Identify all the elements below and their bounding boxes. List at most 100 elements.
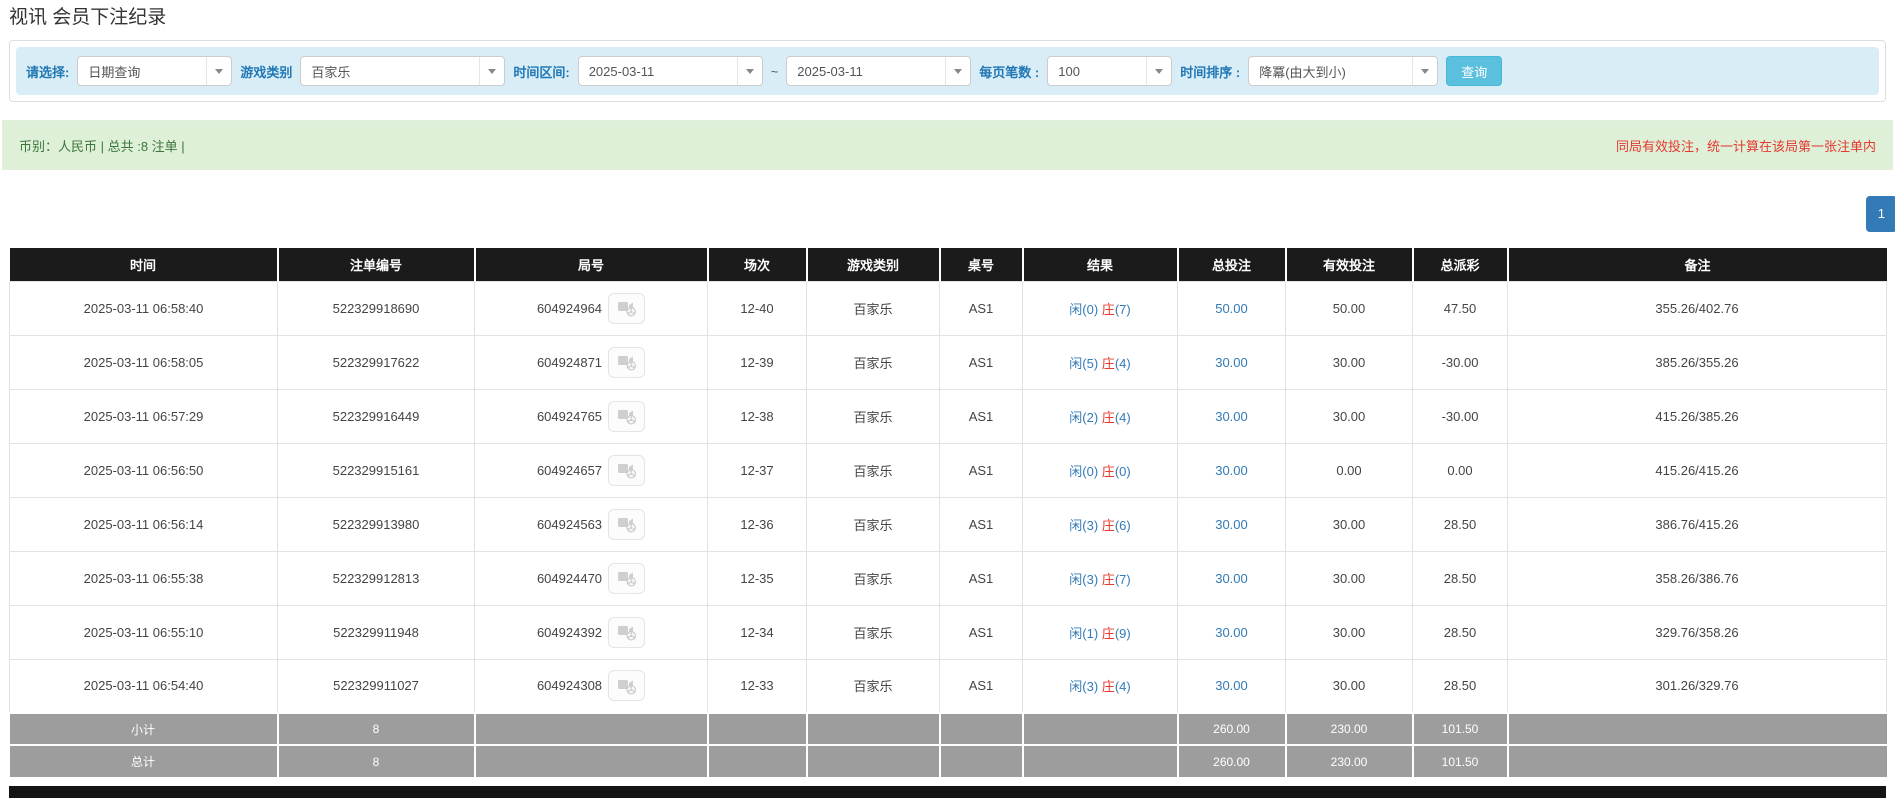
table-no-cell: AS1 — [939, 550, 1023, 606]
total-bet-link[interactable]: 30.00 — [1215, 678, 1248, 693]
per-page-select[interactable]: 100 — [1047, 56, 1173, 86]
page-title: 视讯 会员下注纪录 — [9, 7, 167, 28]
header-round-no: 局号 — [474, 248, 709, 281]
video-replay-button[interactable] — [608, 346, 646, 378]
time-range-label: 时间区间: — [513, 64, 570, 80]
date-to-select[interactable]: 2025-03-11 — [786, 56, 972, 86]
game-cell: 百家乐 — [806, 280, 940, 336]
chevron-down-icon — [1146, 57, 1171, 85]
game-cell: 百家乐 — [806, 442, 940, 498]
result-banker-count: (4) — [1114, 355, 1131, 371]
table-row: 2025-03-11 06:58:05 522329917622 6049248… — [9, 334, 1887, 390]
time-cell: 2025-03-11 06:56:14 — [9, 496, 278, 552]
bet-no-cell: 522329918690 — [277, 280, 475, 336]
table-row: 2025-03-11 06:55:38 522329912813 6049244… — [9, 550, 1887, 606]
date-from-value: 2025-03-11 — [588, 63, 655, 79]
page-1-button[interactable]: 1 — [1865, 196, 1895, 232]
time-cell: 2025-03-11 06:58:05 — [9, 334, 278, 390]
total-bet-cell: 30.00 — [1177, 442, 1286, 498]
result-player: 闲(3) — [1069, 679, 1099, 695]
table-row: 2025-03-11 06:55:10 522329911948 6049243… — [9, 604, 1887, 660]
video-replay-button[interactable] — [608, 454, 646, 486]
total-bet-link[interactable]: 50.00 — [1215, 301, 1248, 316]
total-bet-link[interactable]: 30.00 — [1215, 463, 1248, 478]
note-cell: 415.26/385.26 — [1507, 388, 1887, 444]
game-type-select[interactable]: 百家乐 — [300, 56, 506, 86]
session-cell: 12-38 — [707, 388, 807, 444]
result-player: 闲(3) — [1069, 517, 1099, 533]
result-banker: 庄 — [1101, 463, 1115, 479]
round-no-value: 604924871 — [536, 354, 603, 370]
currency-total-text: 币别：人民币 | 总共 :8 注单 | — [19, 138, 185, 154]
note-cell: 386.76/415.26 — [1507, 496, 1887, 552]
subtotal-payout: 101.50 — [1412, 712, 1509, 745]
valid-bet-cell: 30.00 — [1285, 496, 1413, 552]
session-cell: 12-33 — [707, 658, 807, 714]
result-player: 闲(0) — [1069, 463, 1099, 479]
game-cell: 百家乐 — [806, 388, 940, 444]
valid-bet-cell: 30.00 — [1285, 334, 1413, 390]
table-no-cell: AS1 — [939, 388, 1023, 444]
video-replay-button[interactable] — [608, 508, 646, 540]
chevron-down-icon — [1412, 57, 1437, 85]
header-payout: 总派彩 — [1412, 248, 1509, 281]
total-bet-link[interactable]: 30.00 — [1215, 409, 1248, 424]
subtotal-label: 小计 — [9, 712, 279, 745]
session-cell: 12-39 — [707, 334, 807, 390]
table-row: 2025-03-11 06:54:40 522329911027 6049243… — [9, 658, 1887, 714]
payout-cell: 28.50 — [1412, 550, 1508, 606]
query-type-label: 请选择: — [26, 64, 70, 80]
video-replay-icon — [617, 410, 636, 425]
session-cell: 12-35 — [707, 550, 807, 606]
header-note: 备注 — [1507, 248, 1887, 281]
bet-no-cell: 522329915161 — [277, 442, 475, 498]
total-total-bet: 260.00 — [1177, 744, 1287, 777]
total-valid-bet: 230.00 — [1285, 744, 1414, 777]
result-banker-count: (4) — [1114, 679, 1131, 695]
total-bet-link[interactable]: 30.00 — [1215, 571, 1248, 586]
video-replay-button[interactable] — [608, 616, 646, 648]
round-no-cell: 604924308 — [474, 658, 708, 714]
video-replay-button[interactable] — [608, 670, 646, 702]
query-button[interactable]: 查询 — [1446, 56, 1503, 86]
sort-select[interactable]: 降冪(由大到小) — [1248, 56, 1439, 86]
sort-value: 降冪(由大到小) — [1259, 64, 1346, 80]
game-type-value: 百家乐 — [311, 64, 351, 80]
time-cell: 2025-03-11 06:54:40 — [9, 658, 278, 714]
valid-bet-cell: 30.00 — [1285, 604, 1413, 660]
note-cell: 415.26/415.26 — [1507, 442, 1887, 498]
result-banker: 庄 — [1101, 517, 1115, 533]
round-no-value: 604924308 — [536, 678, 603, 694]
video-replay-button[interactable] — [608, 400, 646, 432]
game-cell: 百家乐 — [806, 334, 940, 390]
total-bet-cell: 30.00 — [1177, 496, 1286, 552]
result-banker-count: (9) — [1114, 625, 1131, 641]
total-count: 8 — [277, 744, 476, 777]
total-bet-link[interactable]: 30.00 — [1215, 355, 1248, 370]
note-cell: 329.76/358.26 — [1507, 604, 1887, 660]
total-bet-link[interactable]: 30.00 — [1215, 517, 1248, 532]
video-replay-button[interactable] — [608, 292, 646, 324]
bet-no-cell: 522329912813 — [277, 550, 475, 606]
video-replay-icon — [617, 679, 636, 695]
table-no-cell: AS1 — [939, 658, 1023, 714]
result-banker-count: (6) — [1114, 517, 1131, 533]
round-no-value: 604924563 — [536, 516, 603, 532]
game-type-label: 游戏类别 — [240, 64, 293, 80]
bet-no-cell: 522329913980 — [277, 496, 475, 552]
result-banker: 庄 — [1101, 409, 1115, 425]
video-replay-icon — [617, 626, 636, 641]
video-replay-icon — [617, 572, 636, 587]
video-replay-icon — [617, 464, 636, 479]
total-bet-link[interactable]: 30.00 — [1215, 625, 1248, 640]
date-from-select[interactable]: 2025-03-11 — [577, 56, 763, 86]
result-banker: 庄 — [1101, 571, 1115, 587]
result-cell: 闲(3) 庄(7) — [1022, 550, 1178, 606]
round-no-cell: 604924470 — [474, 550, 708, 606]
note-cell: 358.26/386.76 — [1507, 550, 1887, 606]
total-label: 总计 — [9, 744, 279, 777]
video-replay-button[interactable] — [608, 562, 646, 594]
round-no-value: 604924392 — [536, 624, 603, 640]
bottom-bar — [9, 786, 1886, 798]
query-type-select[interactable]: 日期查询 — [77, 56, 233, 86]
